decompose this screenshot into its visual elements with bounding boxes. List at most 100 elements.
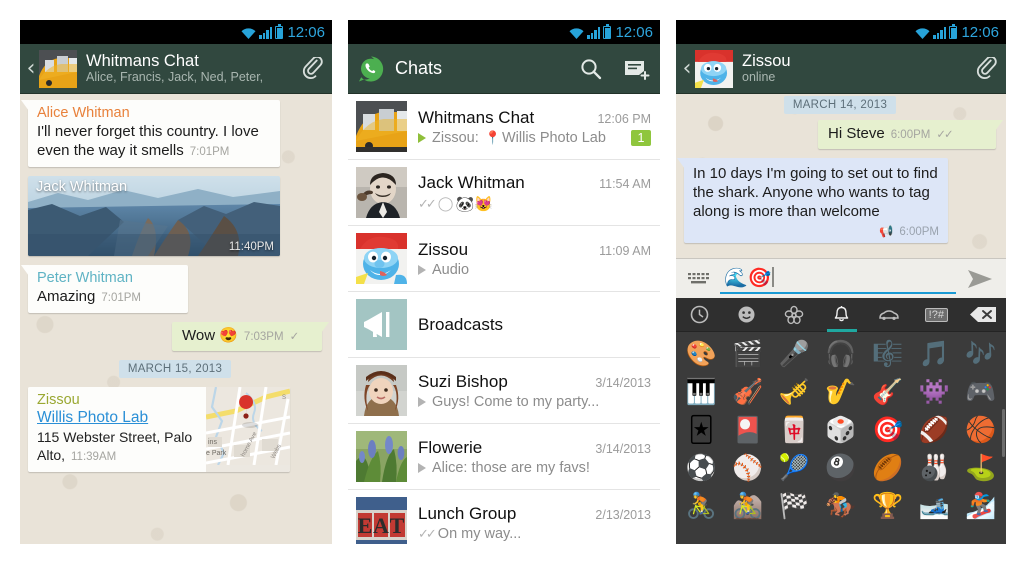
location-link[interactable]: Willis Photo Lab [37, 409, 200, 427]
clock-icon[interactable] [676, 298, 723, 332]
message-sender: Peter Whitman [37, 270, 133, 286]
chat-list-item[interactable]: Jack Whitman 11:54 AM ✓✓ ◯ 🐼😻 [348, 160, 660, 226]
emoji-cell[interactable]: 🎸 [864, 372, 911, 410]
play-triangle-icon [418, 264, 426, 275]
message-sender: Jack Whitman [36, 179, 128, 195]
new-message-icon[interactable] [614, 44, 660, 94]
chat-list-item[interactable]: E A T Lunch Group 2/13/2013 ✓✓ On my way… [348, 490, 660, 544]
chat-list-item[interactable]: Whitmans Chat 12:06 PM Zissou: 📍Willis P… [348, 94, 660, 160]
emoji-cell[interactable]: 🎻 [725, 372, 772, 410]
message-bubble-incoming[interactable]: Peter Whitman Amazing 7:01PM [21, 265, 188, 313]
emoji-cell[interactable]: 🎾 [771, 448, 818, 486]
jack-whitman-avatar[interactable] [356, 167, 407, 218]
zissou-smurf-avatar[interactable] [356, 233, 407, 284]
emoji-cell[interactable]: 🏆 [864, 486, 911, 524]
send-arrow-icon[interactable] [960, 269, 1000, 289]
emoji-cell[interactable]: 🎧 [818, 334, 865, 372]
emoji-cell[interactable]: 🎲 [818, 410, 865, 448]
chat-name: Jack Whitman [418, 172, 525, 192]
message-sender: Alice Whitman [37, 105, 130, 121]
status-bar-icons [569, 24, 612, 39]
zissou-smurf-avatar[interactable] [695, 49, 733, 88]
emoji-keyboard[interactable]: !?# 🎨 🎬 🎤 🎧 🎼 🎵 🎶 🎹 🎻 🎺 🎷 🎸 👾 🎮 🃏 🎴 🀄 🎲 … [676, 298, 1006, 544]
emoji-cell[interactable]: 🎯 [864, 410, 911, 448]
emoji-cell[interactable]: 🏀 [957, 410, 1004, 448]
svg-text:T: T [390, 513, 405, 538]
emoji-cell[interactable]: ⚾ [725, 448, 772, 486]
emoji-category-tabs[interactable]: !?# [676, 298, 1006, 332]
emoji-cell[interactable]: 🎬 [725, 334, 772, 372]
paperclip-icon[interactable] [968, 56, 1006, 81]
emoji-cell[interactable]: 🎿 [911, 486, 958, 524]
message-bubble-outgoing[interactable]: Hi Steve 6:00PM ✓✓ [818, 120, 1003, 149]
emoji-cell[interactable]: 🎺 [771, 372, 818, 410]
tram-photo-avatar[interactable] [356, 101, 407, 152]
chat-name: Suzi Bishop [418, 371, 508, 391]
chat-list-item-bottom: Audio [418, 262, 651, 278]
chat-list-item[interactable]: Suzi Bishop 3/14/2013 Guys! Come to my p… [348, 358, 660, 424]
symbols-icon[interactable]: !?# [913, 298, 960, 332]
emoji-cell[interactable]: 🎨 [678, 334, 725, 372]
emoji-cell[interactable]: 🏇 [818, 486, 865, 524]
emoji-cell[interactable]: 🏉 [864, 448, 911, 486]
chat-list[interactable]: Whitmans Chat 12:06 PM Zissou: 📍Willis P… [348, 94, 660, 544]
bell-icon[interactable] [818, 298, 865, 332]
emoji-cell[interactable]: 🎶 [957, 334, 1004, 372]
emoji-grid[interactable]: 🎨 🎬 🎤 🎧 🎼 🎵 🎶 🎹 🎻 🎺 🎷 🎸 👾 🎮 🃏 🎴 🀄 🎲 🎯 🏈 … [676, 332, 1006, 524]
message-bubble-incoming[interactable]: Alice Whitman I'll never forget this cou… [21, 100, 280, 167]
smiley-icon[interactable] [723, 298, 770, 332]
emoji-cell[interactable]: 👾 [911, 372, 958, 410]
emoji-scrollbar[interactable] [1002, 408, 1005, 457]
emoji-cell[interactable]: 🚵 [725, 486, 772, 524]
page-title: Chats [395, 58, 443, 78]
heart-eyes-emoji: 😍 [219, 327, 238, 344]
location-map-thumbnail[interactable]: ins e Park horne Ave Webs S [206, 387, 290, 472]
keyboard-icon[interactable] [682, 271, 716, 286]
broadcast-megaphone-icon[interactable] [356, 299, 407, 350]
emoji-cell[interactable]: 🀄 [771, 410, 818, 448]
back-chevron-icon[interactable]: ‹ [680, 57, 694, 80]
message-time: 11:40PM [228, 241, 274, 253]
emoji-cell[interactable]: 🚴 [678, 486, 725, 524]
emoji-cell[interactable]: 🎳 [911, 448, 958, 486]
text-caret [772, 266, 774, 287]
chat-list-item-broadcasts[interactable]: Broadcasts [348, 292, 660, 358]
emoji-cell[interactable]: 🏈 [911, 410, 958, 448]
chat-list-item[interactable]: Zissou 11:09 AM Audio [348, 226, 660, 292]
emoji-cell[interactable]: 🃏 [678, 410, 725, 448]
emoji-cell[interactable]: 🎮 [957, 372, 1004, 410]
message-bubble-outgoing[interactable]: Wow 😍 7:03PM ✓ [172, 322, 329, 351]
search-icon[interactable] [568, 44, 614, 94]
emoji-cell[interactable]: 🎵 [911, 334, 958, 372]
emoji-cell[interactable]: 🎷 [818, 372, 865, 410]
chat-list-item[interactable]: Flowerie 3/14/2013 Alice: those are my f… [348, 424, 660, 490]
backspace-icon[interactable] [960, 298, 1006, 332]
suzi-bishop-avatar[interactable] [356, 365, 407, 416]
emoji-cell[interactable]: 🏁 [771, 486, 818, 524]
flowerie-avatar[interactable] [356, 431, 407, 482]
emoji-cell[interactable]: 🎤 [771, 334, 818, 372]
car-icon[interactable] [865, 298, 912, 332]
message-composer: 🌊🎯 [676, 258, 1006, 298]
message-input[interactable]: 🌊🎯 [720, 264, 956, 294]
emoji-cell[interactable]: ⚽ [678, 448, 725, 486]
message-bubble-incoming[interactable]: In 10 days I'm going to set out to find … [677, 158, 948, 243]
lunch-group-eat-avatar[interactable]: E A T [356, 497, 407, 544]
emoji-cell[interactable]: ⛳ [957, 448, 1004, 486]
emoji-cell[interactable]: 🏂 [957, 486, 1004, 524]
message-bubble-image[interactable]: Jack Whitman 11:40PM [28, 176, 280, 256]
status-bar: 12:06 [676, 20, 1006, 44]
status-bar-clock: 12:06 [287, 23, 325, 41]
emoji-cell[interactable]: 🎼 [864, 334, 911, 372]
flower-icon[interactable] [771, 298, 818, 332]
emoji-cell[interactable]: 🎹 [678, 372, 725, 410]
back-chevron-icon[interactable]: ‹ [24, 57, 38, 80]
paperclip-icon[interactable] [294, 56, 332, 81]
emoji-cell[interactable]: 🎱 [818, 448, 865, 486]
chat-name: Whitmans Chat [418, 107, 535, 127]
group-avatar-tram[interactable] [39, 49, 77, 88]
message-text: Amazing 7:01PM [37, 287, 180, 308]
chat-list-item-body: Whitmans Chat 12:06 PM Zissou: 📍Willis P… [418, 108, 651, 146]
emoji-cell[interactable]: 🎴 [725, 410, 772, 448]
message-bubble-location[interactable]: Zissou Willis Photo Lab 115 Webster Stre… [28, 387, 290, 472]
